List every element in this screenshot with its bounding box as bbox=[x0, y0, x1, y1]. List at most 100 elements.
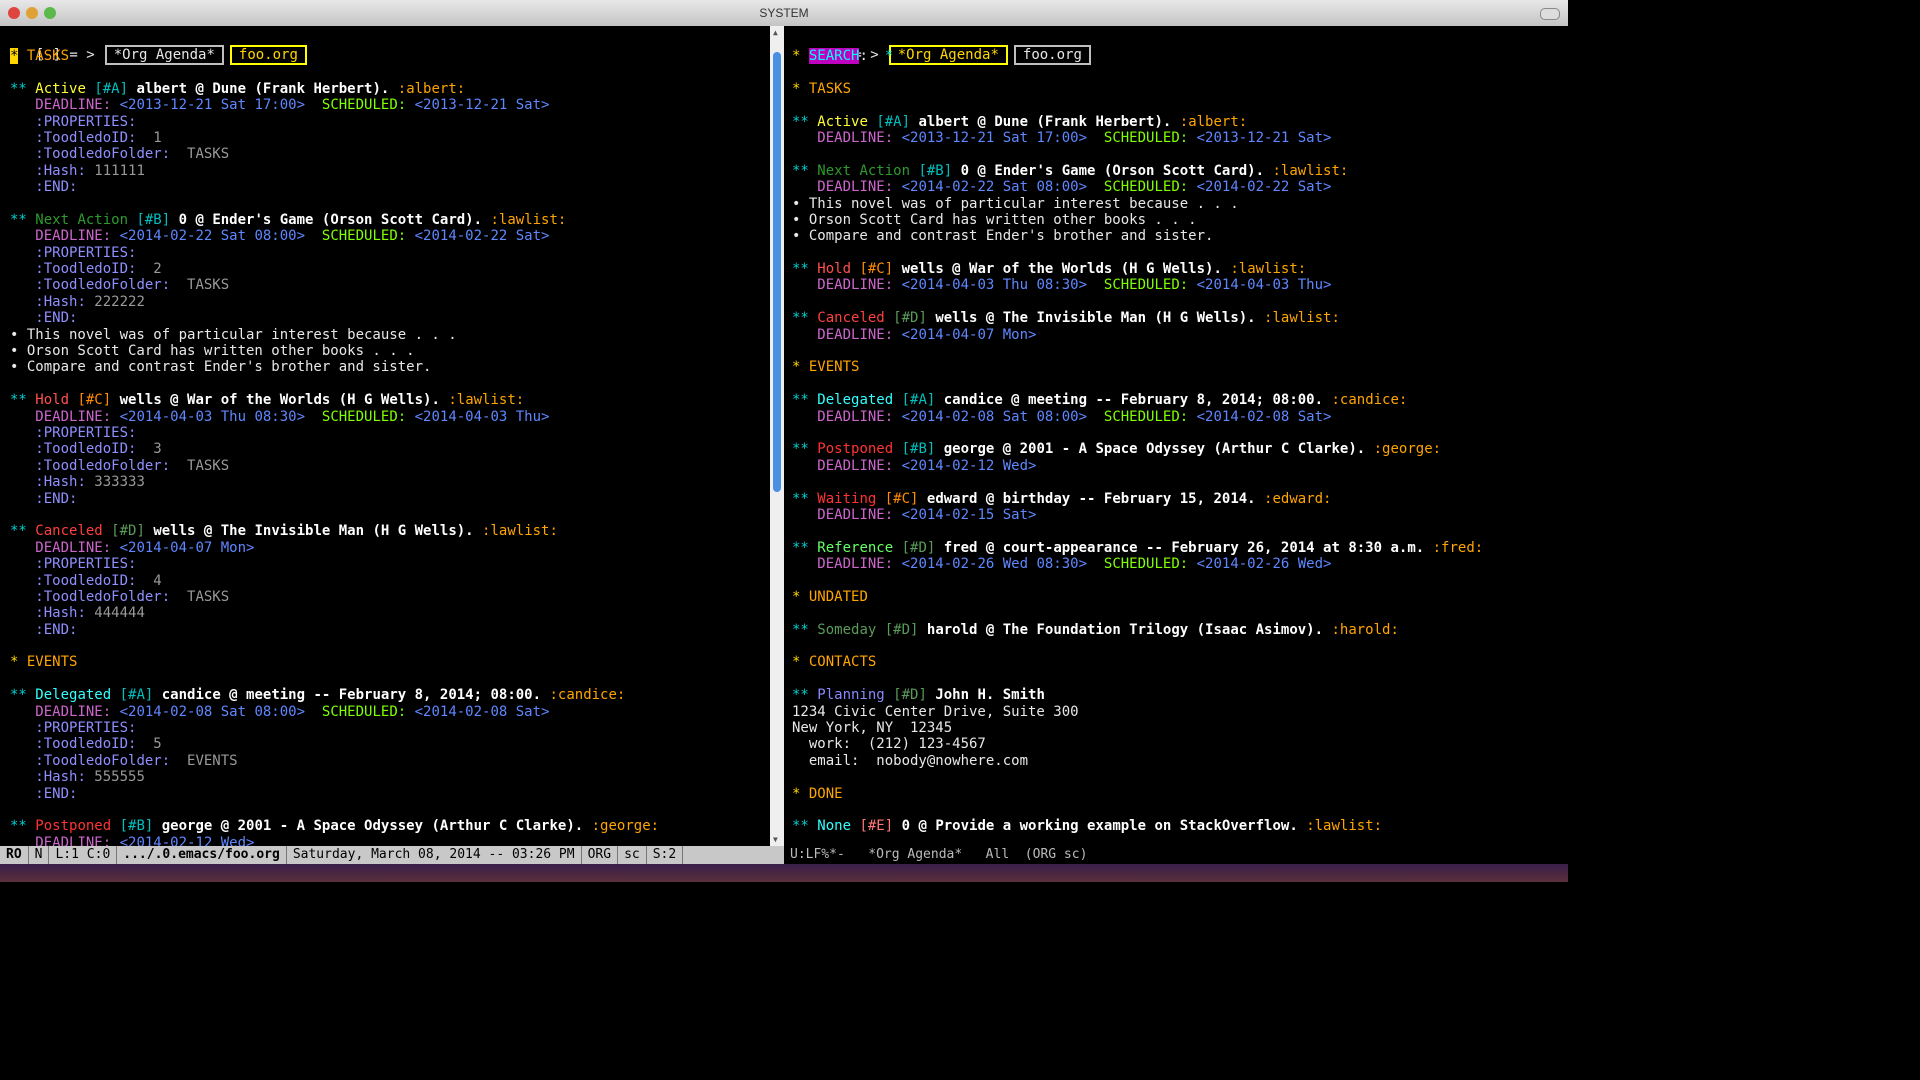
buffer-line bbox=[792, 802, 1568, 818]
text-segment: [#A] bbox=[94, 80, 137, 97]
text-segment bbox=[1087, 179, 1104, 195]
text-segment: :ToodledoID: bbox=[35, 736, 137, 753]
left-pane[interactable]: [-] = > *Org Agenda* foo.org * TASKS ** Ac… bbox=[0, 26, 770, 846]
buffer-line: :ToodledoFolder: EVENTS bbox=[10, 753, 770, 769]
buffer-line: ** Someday [#D] harold @ The Foundation … bbox=[792, 622, 1568, 638]
scroll-up-icon[interactable]: ▲ bbox=[773, 28, 778, 37]
buffer-line: ** Waiting [#C] edward @ birthday -- Feb… bbox=[792, 491, 1568, 507]
text-segment: :lawlist: bbox=[1264, 310, 1340, 327]
buffer-line: :END: bbox=[10, 310, 770, 326]
buffer-line: • Orson Scott Card has written other boo… bbox=[792, 212, 1568, 228]
text-segment: :END: bbox=[35, 785, 78, 802]
buffer-line: * CONTACTS bbox=[792, 654, 1568, 670]
text-segment: :PROPERTIES: bbox=[35, 113, 137, 130]
text-segment bbox=[10, 605, 35, 621]
buffer-line bbox=[792, 146, 1568, 162]
buffer-line: * TASKS bbox=[10, 48, 770, 64]
right-buffer-text[interactable]: * SEARCH: * * TASKS ** Active [#A] alber… bbox=[792, 48, 1568, 835]
text-segment: :PROPERTIES: bbox=[35, 424, 137, 441]
left-buffer-text[interactable]: * TASKS ** Active [#A] albert @ Dune (Fr… bbox=[10, 48, 770, 846]
text-segment: 2 bbox=[136, 261, 162, 278]
text-segment: ** bbox=[10, 687, 36, 704]
text-segment: DEADLINE: bbox=[35, 97, 120, 114]
text-segment bbox=[1087, 130, 1104, 146]
text-segment bbox=[10, 458, 35, 474]
text-segment: 222222 bbox=[85, 293, 145, 310]
text-segment: * bbox=[884, 48, 894, 64]
buffer-line: ** Active [#A] albert @ Dune (Frank Herb… bbox=[792, 114, 1568, 130]
text-segment: work: (212) 123-4567 bbox=[792, 736, 986, 753]
text-segment: :ToodledoFolder: bbox=[35, 752, 171, 769]
buffer-line bbox=[10, 802, 770, 818]
text-segment: 111111 bbox=[85, 162, 145, 179]
text-segment bbox=[10, 425, 35, 441]
text-segment: EVENTS bbox=[18, 654, 78, 671]
text-segment: None bbox=[817, 818, 860, 835]
text-segment: SCHEDULED: bbox=[321, 703, 415, 720]
text-segment bbox=[792, 507, 817, 523]
text-segment: :lawlist: bbox=[482, 523, 558, 540]
text-segment: :ToodledoFolder: bbox=[35, 588, 171, 605]
buffer-line: DEADLINE: <2014-02-08 Sat 08:00> SCHEDUL… bbox=[10, 704, 770, 720]
buffer-line: ** Active [#A] albert @ Dune (Frank Herb… bbox=[10, 81, 770, 97]
text-segment: <2014-02-26 Wed 08:30> bbox=[901, 556, 1088, 573]
buffer-line: :ToodledoFolder: TASKS bbox=[10, 458, 770, 474]
text-segment bbox=[10, 146, 35, 162]
text-segment bbox=[10, 786, 35, 802]
text-segment: SCHEDULED: bbox=[1103, 129, 1197, 146]
text-segment: UNDATED bbox=[800, 588, 868, 605]
text-segment: :lawlist: bbox=[448, 392, 525, 409]
toolbar-toggle-button[interactable] bbox=[1540, 8, 1560, 20]
buffer-line: :Hash: 333333 bbox=[10, 474, 770, 490]
text-segment: Active bbox=[817, 113, 877, 130]
left-scrollbar[interactable]: ▲ ▼ bbox=[770, 26, 784, 846]
right-pane[interactable]: [-] = >*Org Agenda*foo.org * SEARCH: * *… bbox=[784, 26, 1568, 846]
text-segment bbox=[1087, 277, 1104, 293]
buffer-line bbox=[10, 638, 770, 654]
text-segment: DEADLINE: bbox=[817, 506, 902, 523]
scroll-thumb[interactable] bbox=[773, 52, 781, 492]
text-segment: :candice: bbox=[549, 687, 626, 704]
window-titlebar: SYSTEM bbox=[0, 0, 1568, 27]
buffer-line: DEADLINE: <2014-04-03 Thu 08:30> SCHEDUL… bbox=[792, 277, 1568, 293]
buffer-line bbox=[792, 605, 1568, 621]
text-segment: :END: bbox=[35, 621, 78, 638]
buffer-line: ** Canceled [#D] wells @ The Invisible M… bbox=[792, 310, 1568, 326]
text-segment bbox=[792, 277, 817, 293]
text-segment: 5 bbox=[136, 736, 162, 753]
modeline-segment: Saturday, March 08, 2014 -- 03:26 PM bbox=[287, 846, 582, 864]
text-segment: albert @ Dune (Frank Herbert). bbox=[136, 80, 398, 97]
text-segment: <2014-02-26 Wed> bbox=[1196, 556, 1332, 573]
text-segment: :ToodledoID: bbox=[35, 129, 137, 146]
text-segment: <2013-12-21 Sat 17:00> bbox=[119, 97, 306, 114]
text-segment: :george: bbox=[591, 818, 660, 835]
text-segment: DEADLINE: bbox=[817, 179, 902, 196]
modeline-segment: ORG bbox=[582, 846, 619, 864]
buffer-line: • Compare and contrast Ender's brother a… bbox=[792, 228, 1568, 244]
text-segment: :fred: bbox=[1432, 539, 1484, 556]
buffer-line: ** None [#E] 0 @ Provide a working examp… bbox=[792, 818, 1568, 834]
text-segment bbox=[10, 491, 35, 507]
text-segment bbox=[792, 179, 817, 195]
text-segment: :Hash: bbox=[35, 293, 86, 310]
text-segment: wells @ The Invisible Man (H G Wells). bbox=[935, 310, 1265, 327]
text-segment bbox=[305, 97, 322, 113]
text-segment: :edward: bbox=[1264, 490, 1332, 507]
text-segment: 555555 bbox=[85, 769, 145, 786]
text-segment: TASKS bbox=[170, 588, 230, 605]
desktop-background-strip bbox=[0, 864, 1568, 882]
text-segment: 0 @ Ender's Game (Orson Scott Card). bbox=[178, 211, 491, 228]
text-segment bbox=[792, 556, 817, 572]
buffer-line: ** Delegated [#A] candice @ meeting -- F… bbox=[10, 687, 770, 703]
scroll-down-icon[interactable]: ▼ bbox=[773, 835, 778, 844]
window-title: SYSTEM bbox=[759, 6, 809, 20]
text-segment: EVENTS bbox=[170, 752, 238, 769]
text-segment: Next Action bbox=[817, 162, 919, 179]
text-segment bbox=[10, 163, 35, 179]
text-segment: Delegated bbox=[817, 392, 902, 409]
text-segment bbox=[792, 409, 817, 425]
text-segment: :PROPERTIES: bbox=[35, 556, 137, 573]
text-segment bbox=[10, 556, 35, 572]
text-segment: 0 @ Provide a working example on StackOv… bbox=[901, 818, 1307, 835]
text-segment: :ToodledoFolder: bbox=[35, 146, 171, 163]
